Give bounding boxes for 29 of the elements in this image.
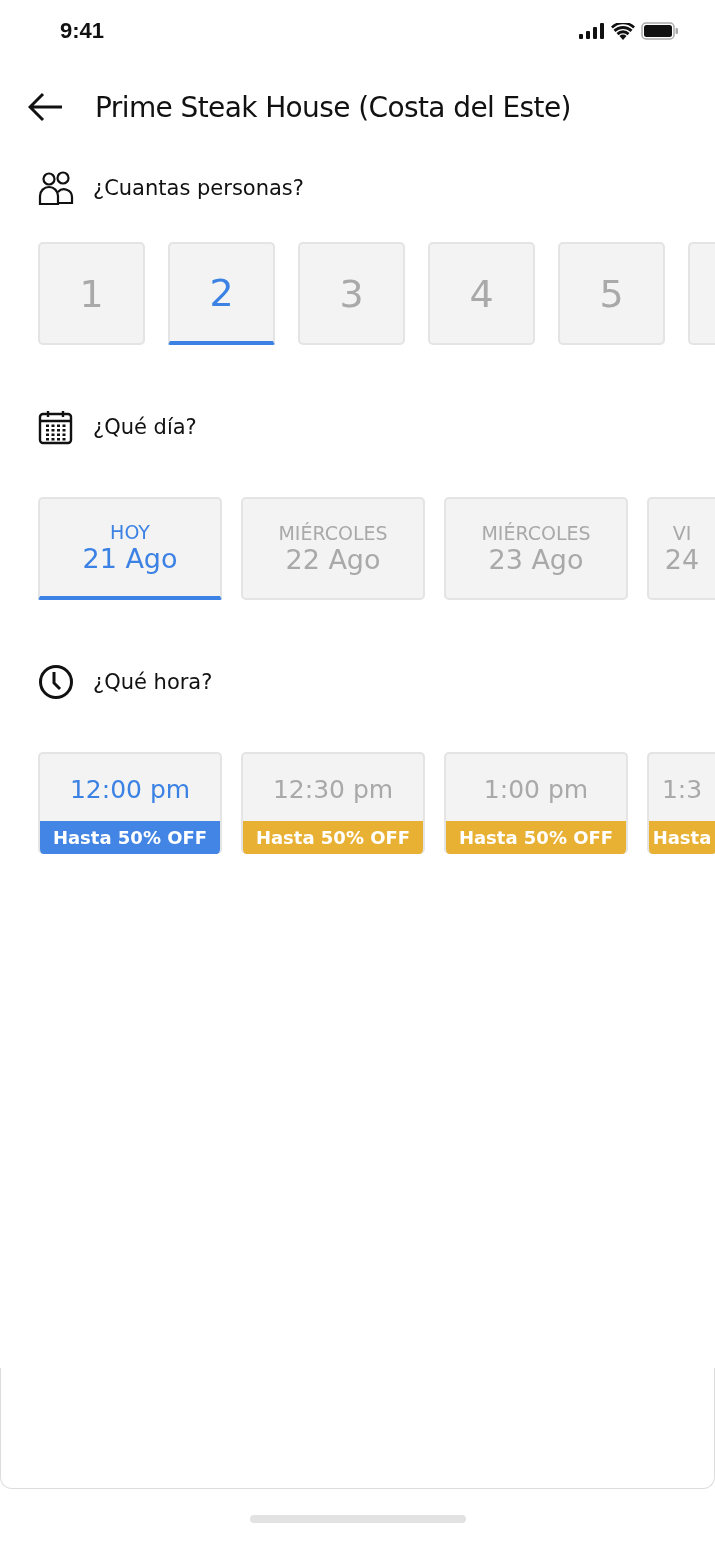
party-size-option[interactable]: 3 (298, 242, 405, 345)
people-icon (38, 170, 74, 206)
party-size-option[interactable]: 2 (168, 242, 275, 345)
section-heading: ¿Qué día? (93, 415, 197, 439)
day-option[interactable]: HOY 21 Ago (38, 497, 222, 600)
clock-icon (38, 664, 74, 700)
section-heading: ¿Cuantas personas? (93, 176, 304, 200)
day-option[interactable]: VI 24 (647, 497, 715, 600)
discount-label: Hasta (649, 821, 715, 854)
status-time: 9:41 (60, 18, 105, 44)
restaurant-title: Prime Steak House (Costa del Este) (95, 90, 571, 124)
time-option[interactable]: 1:3 Hasta (647, 752, 715, 854)
discount-label: Hasta 50% OFF (243, 821, 423, 854)
party-size-option[interactable]: 1 (38, 242, 145, 345)
discount-label: Hasta 50% OFF (40, 821, 220, 854)
battery-icon (641, 22, 679, 40)
section-heading: ¿Qué hora? (93, 670, 213, 694)
time-option[interactable]: 1:00 pm Hasta 50% OFF (444, 752, 628, 854)
time-option[interactable]: 12:00 pm Hasta 50% OFF (38, 752, 222, 854)
calendar-icon (38, 409, 74, 445)
discount-label: Hasta 50% OFF (446, 821, 626, 854)
party-size-option[interactable]: 5 (558, 242, 665, 345)
signal-icon (579, 23, 605, 39)
wifi-icon (611, 22, 635, 40)
day-option[interactable]: MIÉRCOLES 22 Ago (241, 497, 425, 600)
day-option[interactable]: MIÉRCOLES 23 Ago (444, 497, 628, 600)
time-option[interactable]: 12:30 pm Hasta 50% OFF (241, 752, 425, 854)
back-arrow-icon[interactable] (28, 92, 64, 122)
party-size-option[interactable]: 4 (428, 242, 535, 345)
